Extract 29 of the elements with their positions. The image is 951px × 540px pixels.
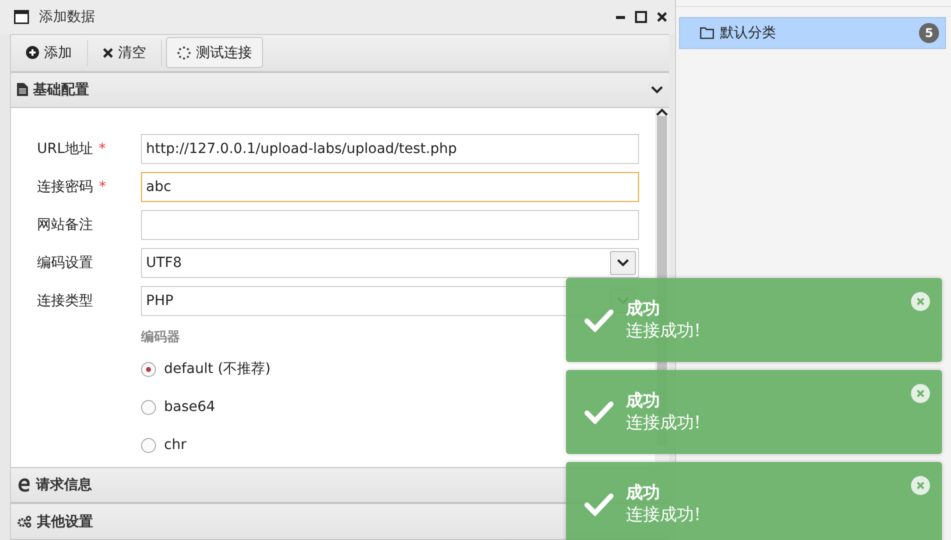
count-badge: 5 bbox=[919, 23, 939, 43]
toast-title: 成功 bbox=[626, 390, 661, 412]
section-title: 基础配置 bbox=[33, 80, 89, 99]
toolbar-button[interactable]: 测试连接 bbox=[166, 37, 263, 68]
encoder-label: 编码器 bbox=[141, 328, 180, 346]
toast-message: 连接成功! bbox=[626, 320, 701, 342]
field-label: 编码设置 bbox=[37, 254, 93, 272]
toast-message: 连接成功! bbox=[626, 412, 701, 434]
field-label: 连接类型 bbox=[37, 292, 93, 310]
toolbar-button[interactable]: 添加 bbox=[15, 37, 83, 68]
input-field[interactable]: abc bbox=[141, 172, 639, 202]
toast-title: 成功 bbox=[626, 482, 661, 504]
category-label: 默认分类 bbox=[720, 24, 777, 42]
required-mark: * bbox=[98, 141, 106, 158]
field-label: 网站备注 bbox=[37, 216, 93, 234]
required-mark: * bbox=[99, 179, 106, 196]
window-title: 添加数据 bbox=[39, 8, 96, 26]
category-item[interactable]: 默认分类 5 bbox=[679, 17, 946, 49]
radio-option[interactable]: base64 bbox=[141, 392, 216, 422]
section-header[interactable]: 基础配置 bbox=[11, 72, 669, 108]
radio-option[interactable]: default (不推荐) bbox=[141, 354, 271, 384]
toolbar-button[interactable]: 清空 bbox=[92, 37, 157, 68]
input-field[interactable]: http://127.0.0.1/upload-labs/upload/test.php bbox=[141, 134, 639, 164]
section-title: 其他设置 bbox=[37, 512, 93, 531]
field-label: URL地址 bbox=[37, 140, 93, 158]
radio-option[interactable]: chr bbox=[141, 430, 186, 460]
select-field[interactable]: UTF8 bbox=[141, 248, 639, 278]
section-title: 请求信息 bbox=[36, 476, 92, 494]
field-label: 连接密码 bbox=[37, 178, 93, 196]
